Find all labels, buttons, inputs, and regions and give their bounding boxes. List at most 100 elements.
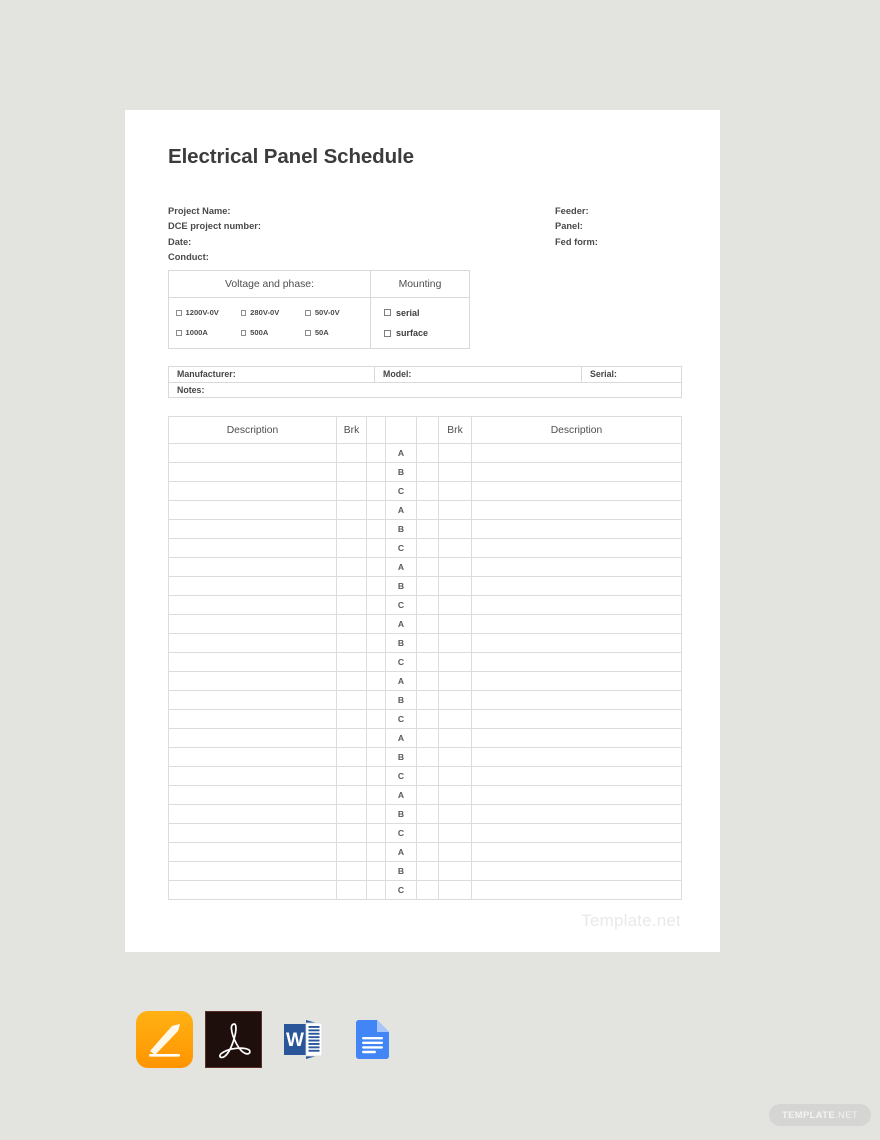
circuit-phase[interactable]: A <box>385 557 417 577</box>
checkbox-box-icon[interactable] <box>384 309 391 317</box>
circuit-brk-left[interactable] <box>336 842 367 862</box>
circuit-brk-right[interactable] <box>438 766 472 786</box>
circuit-description-right[interactable] <box>471 614 682 634</box>
circuit-spacer-left[interactable] <box>366 690 386 710</box>
circuit-description-right[interactable] <box>471 861 682 881</box>
circuit-brk-right[interactable] <box>438 671 472 691</box>
circuit-description-right[interactable] <box>471 481 682 501</box>
circuit-spacer-left[interactable] <box>366 462 386 482</box>
checkbox-box-icon[interactable] <box>176 330 182 336</box>
circuit-brk-left[interactable] <box>336 671 367 691</box>
circuit-spacer-left[interactable] <box>366 747 386 767</box>
circuit-brk-left[interactable] <box>336 652 367 672</box>
circuit-description-right[interactable] <box>471 595 682 615</box>
checkbox-500a[interactable]: 500A <box>240 323 306 343</box>
circuit-description-left[interactable] <box>168 652 337 672</box>
circuit-description-left[interactable] <box>168 880 337 900</box>
circuit-brk-right[interactable] <box>438 728 472 748</box>
circuit-description-right[interactable] <box>471 766 682 786</box>
circuit-description-left[interactable] <box>168 519 337 539</box>
circuit-spacer-right[interactable] <box>416 443 439 463</box>
circuit-spacer-right[interactable] <box>416 804 439 824</box>
circuit-brk-left[interactable] <box>336 785 367 805</box>
apple-pages-icon[interactable] <box>136 1011 193 1068</box>
circuit-spacer-right[interactable] <box>416 614 439 634</box>
circuit-brk-right[interactable] <box>438 690 472 710</box>
checkbox-surface[interactable]: surface <box>384 323 469 344</box>
circuit-brk-left[interactable] <box>336 747 367 767</box>
circuit-brk-right[interactable] <box>438 652 472 672</box>
circuit-spacer-left[interactable] <box>366 728 386 748</box>
circuit-phase[interactable]: B <box>385 747 417 767</box>
circuit-spacer-right[interactable] <box>416 481 439 501</box>
circuit-description-right[interactable] <box>471 576 682 596</box>
circuit-description-left[interactable] <box>168 766 337 786</box>
circuit-brk-left[interactable] <box>336 880 367 900</box>
circuit-spacer-left[interactable] <box>366 709 386 729</box>
circuit-phase[interactable]: A <box>385 728 417 748</box>
checkbox-box-icon[interactable] <box>305 310 311 316</box>
circuit-description-left[interactable] <box>168 690 337 710</box>
circuit-brk-right[interactable] <box>438 709 472 729</box>
circuit-description-right[interactable] <box>471 842 682 862</box>
circuit-brk-left[interactable] <box>336 690 367 710</box>
circuit-spacer-right[interactable] <box>416 766 439 786</box>
google-docs-icon[interactable] <box>343 1011 400 1068</box>
checkbox-280v-0v[interactable]: 280V-0V <box>240 303 306 323</box>
circuit-spacer-left[interactable] <box>366 538 386 558</box>
circuit-brk-right[interactable] <box>438 823 472 843</box>
circuit-phase[interactable]: C <box>385 823 417 843</box>
circuit-brk-right[interactable] <box>438 500 472 520</box>
checkbox-box-icon[interactable] <box>176 310 182 316</box>
circuit-brk-left[interactable] <box>336 728 367 748</box>
circuit-description-left[interactable] <box>168 842 337 862</box>
circuit-brk-left[interactable] <box>336 519 367 539</box>
circuit-brk-left[interactable] <box>336 633 367 653</box>
circuit-description-left[interactable] <box>168 462 337 482</box>
circuit-description-left[interactable] <box>168 823 337 843</box>
circuit-brk-left[interactable] <box>336 576 367 596</box>
circuit-brk-left[interactable] <box>336 766 367 786</box>
circuit-spacer-left[interactable] <box>366 785 386 805</box>
circuit-description-right[interactable] <box>471 557 682 577</box>
circuit-description-left[interactable] <box>168 481 337 501</box>
circuit-brk-left[interactable] <box>336 804 367 824</box>
template-net-badge[interactable]: TEMPLATE.NET <box>769 1104 871 1126</box>
circuit-spacer-right[interactable] <box>416 861 439 881</box>
circuit-spacer-right[interactable] <box>416 785 439 805</box>
circuit-phase[interactable]: B <box>385 690 417 710</box>
circuit-spacer-left[interactable] <box>366 595 386 615</box>
circuit-spacer-right[interactable] <box>416 652 439 672</box>
circuit-spacer-left[interactable] <box>366 880 386 900</box>
circuit-brk-right[interactable] <box>438 481 472 501</box>
circuit-phase[interactable]: A <box>385 614 417 634</box>
notes-field[interactable]: Notes: <box>168 381 682 398</box>
checkbox-box-icon[interactable] <box>240 310 247 316</box>
circuit-description-right[interactable] <box>471 823 682 843</box>
circuit-description-left[interactable] <box>168 671 337 691</box>
circuit-spacer-left[interactable] <box>366 633 386 653</box>
circuit-phase[interactable]: C <box>385 652 417 672</box>
circuit-description-right[interactable] <box>471 500 682 520</box>
circuit-spacer-left[interactable] <box>366 481 386 501</box>
checkbox-1200v-0v[interactable]: 1200V-0V <box>176 303 241 323</box>
circuit-phase[interactable]: C <box>385 766 417 786</box>
circuit-description-left[interactable] <box>168 804 337 824</box>
circuit-spacer-right[interactable] <box>416 747 439 767</box>
circuit-brk-left[interactable] <box>336 709 367 729</box>
circuit-brk-right[interactable] <box>438 633 472 653</box>
circuit-description-left[interactable] <box>168 728 337 748</box>
circuit-description-right[interactable] <box>471 690 682 710</box>
circuit-brk-left[interactable] <box>336 443 367 463</box>
circuit-spacer-right[interactable] <box>416 538 439 558</box>
circuit-phase[interactable]: B <box>385 519 417 539</box>
circuit-brk-right[interactable] <box>438 842 472 862</box>
circuit-phase[interactable]: C <box>385 709 417 729</box>
circuit-phase[interactable]: A <box>385 500 417 520</box>
circuit-brk-right[interactable] <box>438 880 472 900</box>
circuit-phase[interactable]: B <box>385 804 417 824</box>
circuit-description-right[interactable] <box>471 671 682 691</box>
circuit-spacer-left[interactable] <box>366 652 386 672</box>
circuit-phase[interactable]: C <box>385 880 417 900</box>
circuit-spacer-left[interactable] <box>366 671 386 691</box>
